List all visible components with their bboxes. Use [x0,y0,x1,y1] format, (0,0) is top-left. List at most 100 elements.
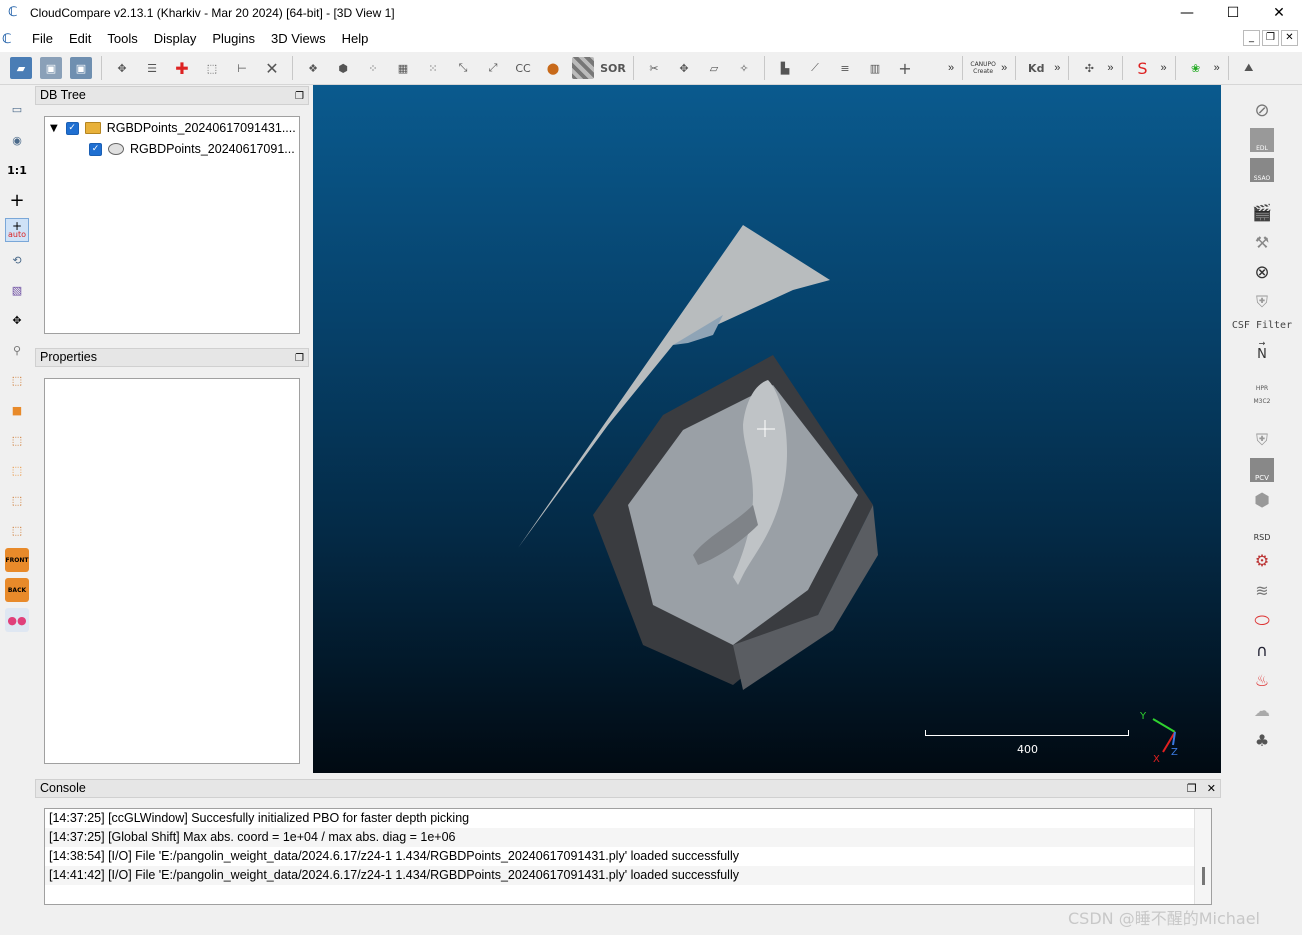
menu-edit[interactable]: Edit [61,28,99,50]
move-icon[interactable]: ✥ [673,57,695,79]
menu-file[interactable]: File [24,28,61,50]
view-right-icon[interactable]: ⬚ [5,458,29,482]
properties-float-button[interactable]: ❐ [295,350,304,367]
console-close-button[interactable]: ✕ [1207,780,1216,797]
point-picking-icon[interactable]: ✥ [111,57,133,79]
tree-group-checkbox[interactable]: ✓ [65,121,79,135]
camera-icon[interactable]: ◉ [5,128,29,152]
normal-icon[interactable]: → N [1250,338,1274,362]
edl-shader-icon[interactable]: EDL [1250,128,1274,152]
open-icon[interactable]: ▰ [10,57,32,79]
view-front-cube-icon[interactable]: ■ [5,398,29,422]
pcv-icon[interactable]: PCV [1250,458,1274,482]
cc-icon[interactable]: CC [512,57,534,79]
console-scroll-thumb[interactable] [1202,867,1205,885]
hexagon-icon[interactable]: ⬢ [1250,488,1274,512]
display-icon[interactable]: ▭ [5,97,29,121]
view-top-icon[interactable]: ⬚ [5,368,29,392]
save-icon[interactable]: ▣ [40,57,62,79]
console-float-button[interactable]: ❐ [1187,780,1197,797]
cross-section-icon[interactable]: ⊢ [231,57,253,79]
plane-icon[interactable]: ▱ [703,57,725,79]
terrain-icon[interactable]: ⛰ [1238,57,1260,79]
menu-tools[interactable]: Tools [99,28,145,50]
view-left-icon[interactable]: ⬚ [5,428,29,452]
fire-icon[interactable]: ♨ [1250,668,1274,692]
hpr-icon[interactable]: HPR [1250,368,1274,392]
mdi-restore-button[interactable]: ❐ [1262,30,1279,46]
back-view-icon[interactable]: BACK [5,578,29,602]
save-all-icon[interactable]: ▣ [70,57,92,79]
brush-icon[interactable]: ⚒ [1250,230,1274,254]
menu-display[interactable]: Display [146,28,205,50]
fit-icon[interactable]: ✧ [733,57,755,79]
no-shader-icon[interactable]: ⊘ [1250,98,1274,122]
menu-help[interactable]: Help [334,28,377,50]
tree-item-cloud[interactable]: ✓ RGBDPoints_20240617091... [89,139,295,159]
view-iso-icon[interactable]: ⬚ [5,518,29,542]
scissors-icon[interactable]: ✂ [643,57,665,79]
shield-2-icon[interactable]: ⛨ [1250,428,1274,452]
raster-icon[interactable]: ▦ [392,57,414,79]
zoom-1-1-icon[interactable]: 1:1 [5,158,29,182]
sample-points-icon[interactable]: ❖ [302,57,324,79]
mdi-system-menu-icon[interactable]: ℂ [2,32,20,47]
compass-icon[interactable]: ⊗ [1250,260,1274,284]
csf-filter-label[interactable]: CSF Filter [1230,320,1294,331]
translate-rotate-icon[interactable]: ✚ [171,57,193,79]
kd-tree-icon[interactable]: Kd [1025,57,1047,79]
toolbar-more-3[interactable]: » [1054,62,1060,74]
stereo-icon[interactable]: ●● [5,608,29,632]
puzzle-icon[interactable]: ✣ [1078,57,1100,79]
clapperboard-icon[interactable]: 🎬 [1250,200,1274,224]
console-scrollbar[interactable] [1194,809,1211,904]
perspective-icon[interactable]: ▧ [5,278,29,302]
bucket-icon[interactable]: ⬤ [542,57,564,79]
delete-icon[interactable]: ✕ [261,57,283,79]
add-sf-icon[interactable]: + [894,57,916,79]
front-view-icon[interactable]: FRONT [5,548,29,572]
distance-cloud-icon[interactable]: ⤢ [482,57,504,79]
ellipse-icon[interactable]: ⬭ [1250,608,1274,632]
curve-icon[interactable]: ⟋ [804,57,826,79]
toolbar-more-1[interactable]: » [948,62,954,74]
gear-red-icon[interactable]: ⚙ [1250,548,1274,572]
plugin-colored-icon[interactable]: ❀ [1185,57,1207,79]
rotate-icon[interactable]: ⟲ [5,248,29,272]
db-tree-float-button[interactable]: ❐ [295,88,304,105]
tree-cloud-checkbox[interactable]: ✓ [89,142,102,156]
sor-icon[interactable]: SOR [600,57,626,79]
menu-3d-views[interactable]: 3D Views [263,28,334,50]
auto-pivot-icon[interactable]: + auto [5,218,29,242]
canupo-icon[interactable]: CANUPO Create [970,57,996,79]
cloud-ruler-icon[interactable]: ☁ [1250,698,1274,722]
checkerboard-icon[interactable] [572,57,594,79]
segment-icon[interactable]: ⬚ [201,57,223,79]
min-max-icon[interactable]: ≡ [834,57,856,79]
toolbar-more-5[interactable]: » [1161,62,1167,74]
s-curve-icon[interactable]: S [1132,57,1154,79]
menu-plugins[interactable]: Plugins [204,28,263,50]
ssao-shader-icon[interactable]: SSAO [1250,158,1274,182]
toolbar-more-2[interactable]: » [1001,62,1007,74]
toolbar-more-6[interactable]: » [1214,62,1220,74]
mdi-minimize-button[interactable]: _ [1243,30,1260,46]
noise-filter-icon[interactable]: ⁙ [422,57,444,79]
mdi-close-button[interactable]: ✕ [1281,30,1298,46]
arch-icon[interactable]: ∩ [1250,638,1274,662]
histogram-icon[interactable]: ▙ [774,57,796,79]
shield-icon[interactable]: ⛨ [1250,290,1274,314]
zoom-icon[interactable]: ⚲ [5,338,29,362]
maximize-button[interactable]: ☐ [1210,0,1256,26]
3d-view[interactable]: Y X Z 400 [313,85,1221,773]
expand-arrow-icon[interactable]: ▼ [50,123,58,134]
view-bottom-icon[interactable]: ⬚ [5,488,29,512]
tree-item-group[interactable]: ▼ ✓ RGBDPoints_20240617091431.... [50,118,296,138]
point-list-picking-icon[interactable]: ☰ [141,57,163,79]
trees-icon[interactable]: ♣ [1250,728,1274,752]
close-button[interactable]: ✕ [1256,0,1302,26]
subsample-icon[interactable]: ⁘ [362,57,384,79]
distance-icon[interactable]: ⤡ [452,57,474,79]
delete-sf-icon[interactable]: ▥ [864,57,886,79]
minimize-button[interactable]: — [1164,0,1210,26]
